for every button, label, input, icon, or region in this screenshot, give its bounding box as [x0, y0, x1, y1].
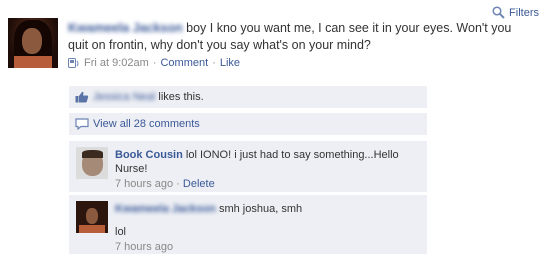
- comment-body: Book Cousin lol IONO! i just had to say …: [115, 148, 415, 176]
- comment-body: Kwameela Jackson smh joshua, smh: [115, 202, 415, 216]
- comment-text: smh joshua, smh: [218, 203, 303, 215]
- view-all-comments-link[interactable]: View all 28 comments: [93, 118, 200, 130]
- comment-author-avatar[interactable]: [76, 147, 108, 179]
- mobile-sms-icon: [68, 57, 79, 68]
- thumbs-up-icon: [75, 91, 89, 103]
- comment-item: Book Cousin lol IONO! i just had to say …: [69, 141, 427, 192]
- likes-row: Jessica Neal likes this.: [69, 86, 427, 108]
- comment-bubble-icon: [75, 118, 89, 130]
- view-all-comments-row[interactable]: View all 28 comments: [69, 113, 427, 135]
- filters-button[interactable]: Filters: [492, 6, 539, 19]
- story-author-avatar[interactable]: [8, 18, 58, 68]
- story-timestamp[interactable]: Fri at 9:02am: [84, 57, 149, 69]
- liker-name[interactable]: Jessica Neal: [93, 91, 155, 103]
- comment-time: 7 hours ago: [115, 241, 174, 253]
- delete-link[interactable]: Delete: [183, 178, 215, 190]
- comment-meta: 7 hours ago: [115, 241, 173, 253]
- story-message: Kwameela Jackson boy I kno you want me, …: [68, 20, 528, 54]
- comment-item: Kwameela Jackson smh joshua, smh lol 7 h…: [69, 195, 427, 254]
- filters-label: Filters: [509, 6, 539, 19]
- magnifier-icon: [492, 6, 505, 19]
- likes-suffix: likes this.: [158, 91, 204, 103]
- comment-meta: 7 hours ago · Delete: [115, 178, 215, 190]
- story-meta: Fri at 9:02am · Comment · Like: [68, 57, 240, 69]
- comment-author-name[interactable]: Kwameela Jackson: [115, 203, 216, 215]
- like-link[interactable]: Like: [220, 57, 240, 69]
- story-author-name[interactable]: Kwameela Jackson: [68, 21, 183, 35]
- comment-author-name[interactable]: Book Cousin: [115, 149, 183, 161]
- comment-author-avatar[interactable]: [76, 201, 108, 233]
- comment-link[interactable]: Comment: [160, 57, 208, 69]
- comment-text-line2: lol: [115, 226, 127, 238]
- comment-time: 7 hours ago: [115, 178, 174, 190]
